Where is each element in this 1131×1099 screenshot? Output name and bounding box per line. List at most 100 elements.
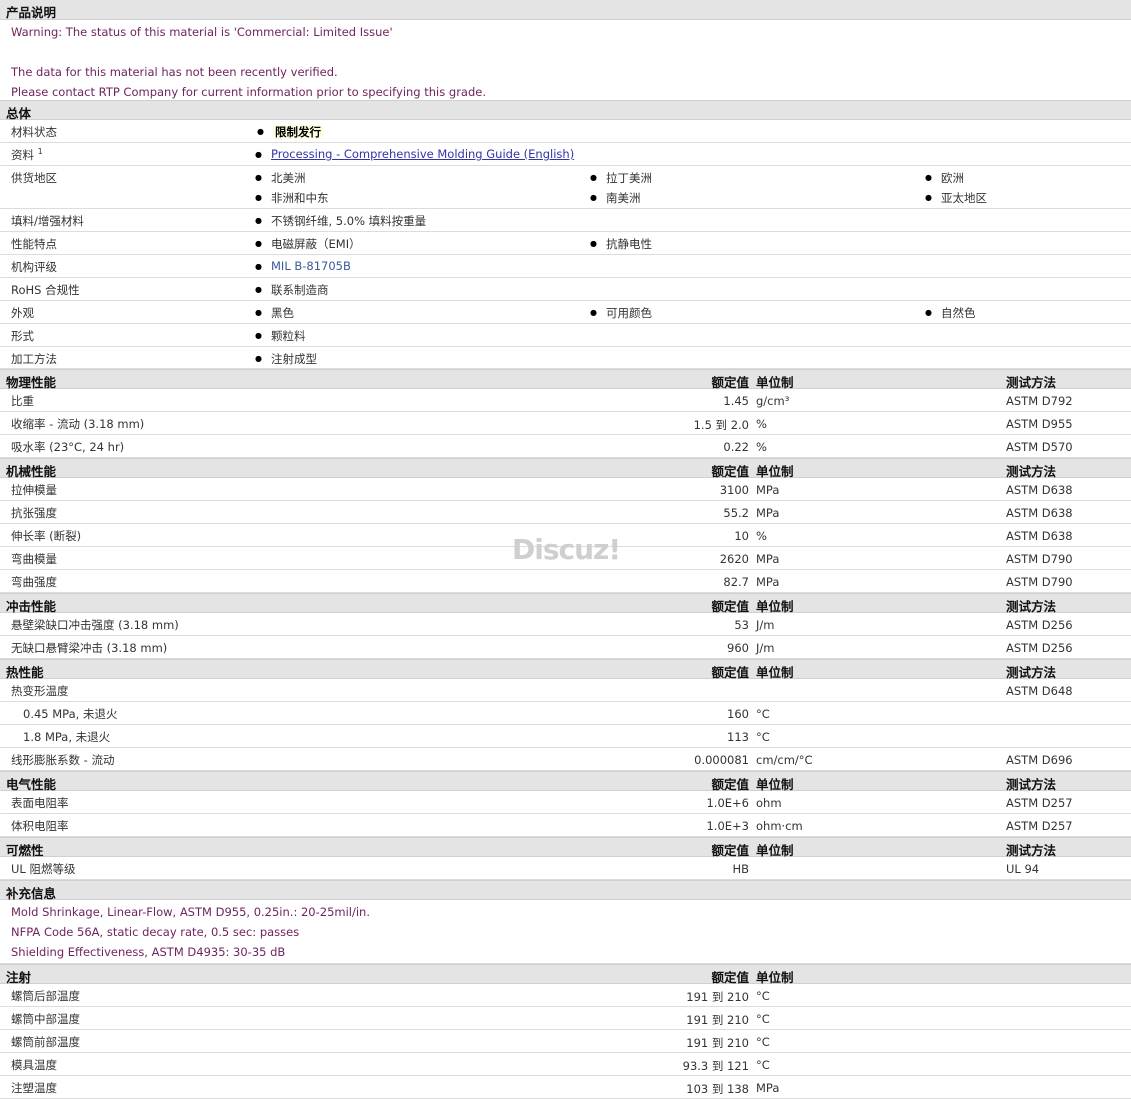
bullet-value: Processing - Comprehensive Molding Guide… [255,147,574,161]
property-label: 悬壁梁缺口冲击强度 (3.18 mm) [11,618,179,632]
property-row: 0.45 MPa, 未退火 160 °C [0,702,1131,725]
material-status-value: 限制发行 [273,125,323,139]
appearance-black: 黑色 [255,305,294,321]
region-south-america: 南美洲 [590,190,640,206]
property-test-method: ASTM D696 [1006,753,1073,767]
property-test-method: ASTM D257 [1006,819,1073,833]
datasheet-page: 产品说明 Warning: The status of this materia… [0,0,1131,1099]
property-test-method: ASTM D638 [1006,483,1073,497]
section-header-physical: 物理性能 额定值 单位制 测试方法 [0,369,1131,390]
property-unit: J/m [756,641,775,655]
bullet-value: 限制发行 [257,124,323,140]
processing-value: 注射成型 [255,351,317,367]
property-unit: MPa [756,483,780,497]
supplemental-line: NFPA Code 56A, static decay rate, 0.5 se… [11,925,300,939]
property-test-method: ASTM D638 [1006,506,1073,520]
warning-line: Warning: The status of this material is … [11,25,393,39]
property-row: 螺筒前部温度 191 到 210 °C [0,1030,1131,1053]
supplemental-line: Shielding Effectiveness, ASTM D4935: 30-… [11,945,286,959]
general-row-literature: 资料 1 Processing - Comprehensive Molding … [0,143,1131,166]
property-nominal-value: 960 [727,641,749,655]
property-unit: °C [756,730,770,744]
property-row: 热变形温度 ASTM D648 [0,679,1131,702]
region-europe: 欧洲 [925,170,964,186]
property-label: 螺筒后部温度 [11,989,80,1003]
property-unit: °C [756,707,770,721]
property-label: 抗张强度 [11,506,57,520]
general-row-processing: 加工方法 注射成型 [0,347,1131,369]
property-nominal-value: 191 到 210 [686,1036,749,1050]
molding-guide-link[interactable]: Processing - Comprehensive Molding Guide… [271,147,574,161]
property-row: 吸水率 (23°C, 24 hr) 0.22% ASTM D570 [0,435,1131,458]
section-header-thermal: 热性能 额定值 单位制 测试方法 [0,659,1131,680]
property-nominal-value: HB [732,862,749,876]
property-row: 拉伸模量 3100 MPa ASTM D638 [0,478,1131,501]
supplemental-line: Mold Shrinkage, Linear-Flow, ASTM D955, … [11,905,370,919]
property-unit: ohm·cm [756,819,803,833]
section-header-mechanical: 机械性能 额定值 单位制 测试方法 [0,458,1131,479]
property-row: 无缺口悬臂梁冲击 (3.18 mm) 960 J/m ASTM D256 [0,636,1131,659]
property-nominal-value: 3100 [719,483,749,497]
supplemental-notes: Mold Shrinkage, Linear-Flow, ASTM D955, … [0,900,1131,964]
row-label: RoHS 合规性 [11,283,80,297]
property-nominal-value: 160 [727,707,749,721]
property-label: 比重 [11,394,34,408]
property-label: 0.45 MPa, 未退火 [23,707,118,721]
property-label: 吸水率 (23°C, 24 hr) [11,440,125,454]
general-row-agency: 机构评级 MIL B-81705B [0,255,1131,278]
general-row-filler: 填料/增强材料 不锈钢纤维, 5.0% 填料按重量 [0,209,1131,232]
feature-antistatic: 抗静电性 [590,236,652,252]
row-label: 形式 [11,329,34,343]
discuz-watermark: Discuz! [512,533,621,566]
general-row-form: 形式 颗粒料 [0,324,1131,347]
row-label: 资料 1 [11,147,43,163]
property-row: 悬壁梁缺口冲击强度 (3.18 mm) 53 J/m ASTM D256 [0,613,1131,636]
row-label: 性能特点 [11,237,57,251]
property-nominal-value: 1.0E+6 [706,796,749,810]
property-label: 螺筒中部温度 [11,1012,80,1026]
property-nominal-value: 191 到 210 [686,990,749,1004]
section-header-general: 总体 [0,100,1131,121]
property-nominal-value: 1.45 [723,394,749,408]
row-label: 材料状态 [11,125,57,139]
appearance-natural: 自然色 [925,305,975,321]
section-header-supplemental: 补充信息 [0,880,1131,901]
literature-label: 资料 [11,148,34,162]
feature-emi: 电磁屏蔽（EMI） [255,236,361,252]
verified-line: The data for this material has not been … [11,65,338,79]
property-label: 收缩率 - 流动 (3.18 mm) [11,417,145,431]
property-unit: MPa [756,552,780,566]
section-header-product-description: 产品说明 [0,0,1131,20]
row-label: 外观 [11,306,34,320]
general-row-rohs: RoHS 合规性 联系制造商 [0,278,1131,301]
row-label: 填料/增强材料 [11,214,84,228]
appearance-colors: 可用颜色 [590,305,652,321]
form-value: 颗粒料 [255,328,305,344]
property-test-method: ASTM D790 [1006,552,1073,566]
property-unit: g/cm³ [756,394,790,408]
row-label: 加工方法 [11,352,57,366]
property-nominal-value: 2620 [719,552,749,566]
property-row: 螺筒后部温度 191 到 210 °C [0,984,1131,1007]
general-row-appearance: 外观 黑色 可用颜色 自然色 [0,301,1131,324]
property-label: 无缺口悬臂梁冲击 (3.18 mm) [11,641,168,655]
property-label: 表面电阻率 [11,796,69,810]
property-unit: MPa [756,575,780,589]
property-row: 弯曲强度 82.7 MPa ASTM D790 [0,570,1131,593]
property-unit: MPa [756,506,780,520]
property-test-method: ASTM D570 [1006,440,1073,454]
property-row: 螺筒中部温度 191 到 210 °C [0,1007,1131,1030]
property-nominal-value: 82.7 [723,575,749,589]
property-label: 弯曲模量 [11,552,57,566]
property-test-method: ASTM D955 [1006,417,1073,431]
property-row: UL 阻燃等级 HB UL 94 [0,857,1131,880]
section-header-electrical: 电气性能 额定值 单位制 测试方法 [0,771,1131,792]
property-nominal-value: 10 [734,529,749,543]
property-nominal-value: 103 到 138 [686,1082,749,1096]
property-test-method: ASTM D638 [1006,529,1073,543]
region-asia-pacific: 亚太地区 [925,190,987,206]
property-nominal-value: 0.22 [723,440,749,454]
property-unit: MPa [756,1081,780,1095]
section-header-impact: 冲击性能 额定值 单位制 测试方法 [0,593,1131,614]
property-row: 收缩率 - 流动 (3.18 mm) 1.5 到 2.0% ASTM D955 [0,412,1131,435]
